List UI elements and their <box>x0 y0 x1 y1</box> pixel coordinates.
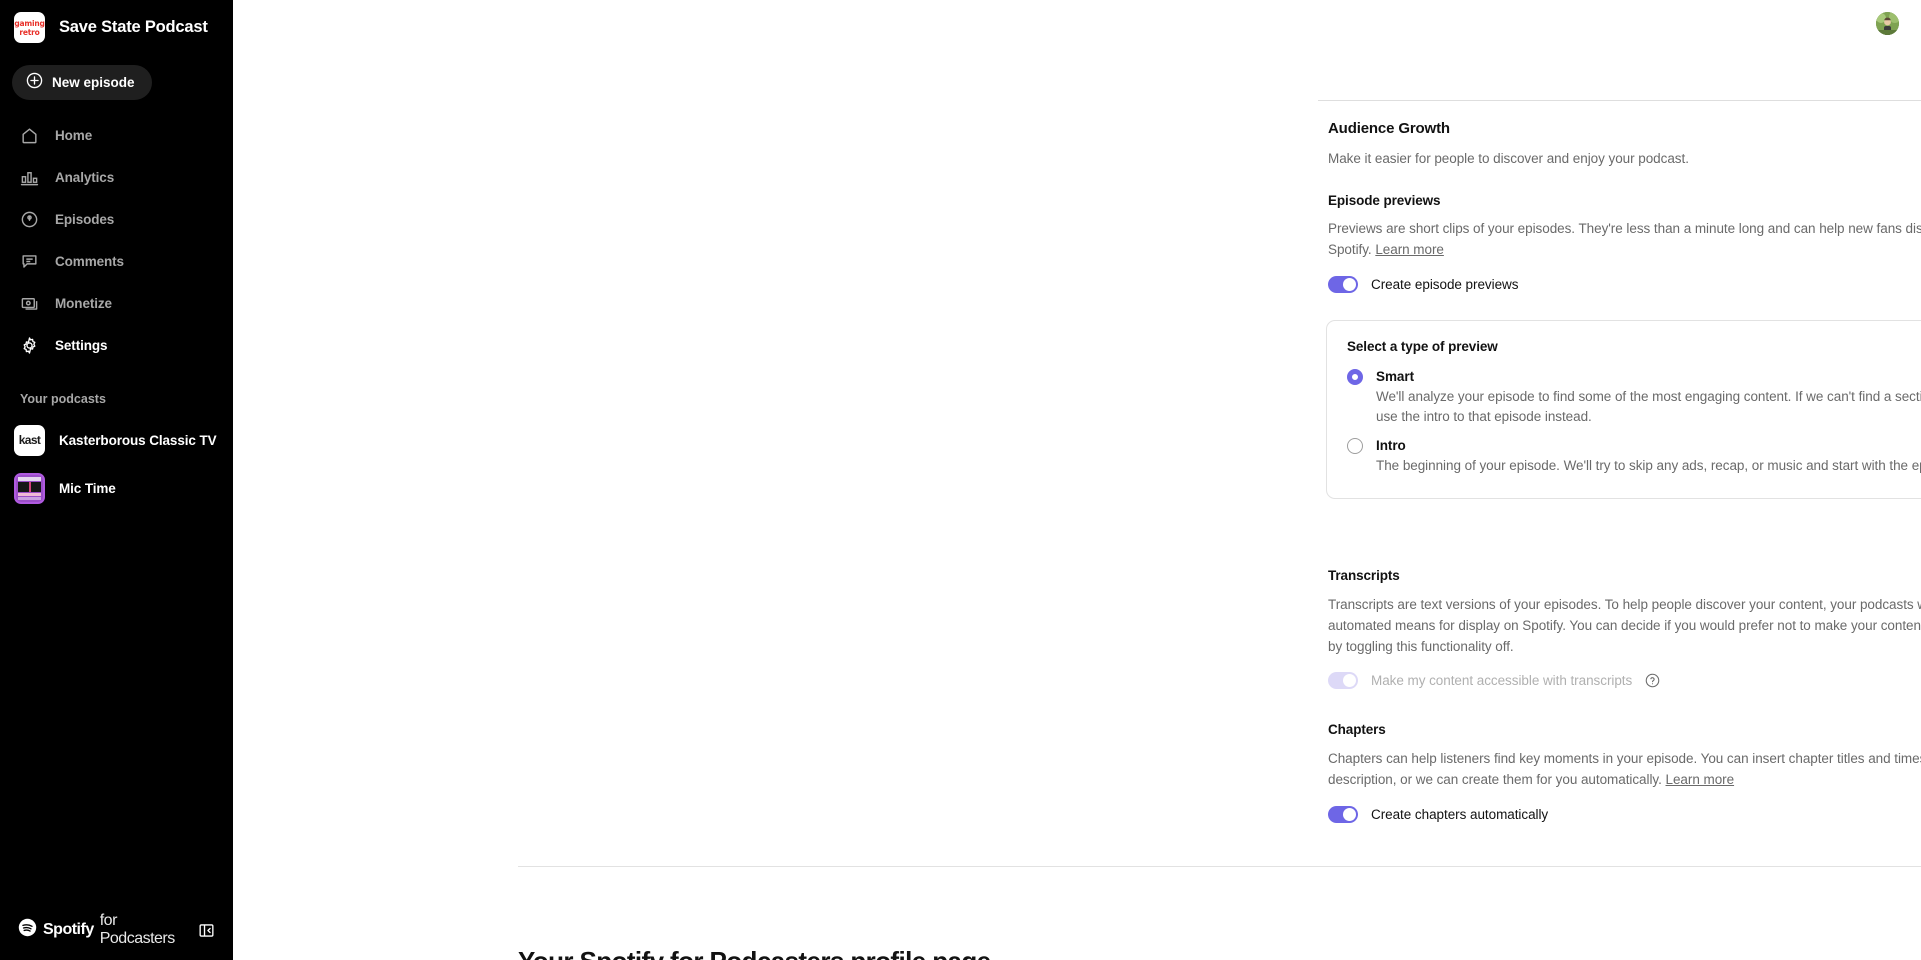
transcripts-description: Transcripts are text versions of your ep… <box>1328 597 1921 654</box>
sidebar-podcast-kasterborous[interactable]: kast Kasterborous Classic TV <box>0 416 233 464</box>
create-chapters-toggle[interactable] <box>1328 806 1358 823</box>
transcripts-accessible-toggle[interactable] <box>1328 672 1358 689</box>
logo-line-1: gaming <box>14 18 45 28</box>
new-episode-label: New episode <box>52 75 135 90</box>
preview-type-card: Select a type of preview Smart We'll ana… <box>1326 320 1921 499</box>
spotify-wordmark: Spotify <box>43 921 94 938</box>
gear-icon <box>20 336 39 355</box>
sidebar-podcast-label: Kasterborous Classic TV <box>59 432 217 448</box>
episode-previews-learn-more-link[interactable]: Learn more <box>1375 242 1444 257</box>
sidebar-item-label: Monetize <box>55 295 112 311</box>
chapters-description: Chapters can help listeners find key mom… <box>1328 751 1921 787</box>
preview-option-intro[interactable]: Intro The beginning of your episode. We'… <box>1347 436 1921 476</box>
sidebar-item-analytics[interactable]: Analytics <box>0 156 233 198</box>
sidebar-item-label: Settings <box>55 337 108 353</box>
bar-chart-icon <box>20 168 39 187</box>
divider-bottom <box>518 866 1921 867</box>
sidebar-item-label: Episodes <box>55 211 115 227</box>
sidebar-item-episodes[interactable]: Episodes <box>0 198 233 240</box>
page-title: Save State Podcast <box>59 18 208 36</box>
sidebar: gaming retro Save State Podcast New epis… <box>0 0 233 960</box>
help-circle-icon[interactable] <box>1645 673 1660 688</box>
sidebar-item-settings[interactable]: Settings <box>0 324 233 366</box>
audience-growth-description: Make it easier for people to discover an… <box>1328 151 1689 166</box>
chapters-section: Chapters Chapters can help listeners fin… <box>1328 722 1921 823</box>
money-icon <box>20 294 39 313</box>
preview-option-smart[interactable]: Smart We'll analyze your episode to find… <box>1347 367 1921 427</box>
spotify-glyph-icon <box>18 918 37 942</box>
chapters-toggle-row: Create chapters automatically <box>1328 806 1921 823</box>
audience-growth-section: Audience Growth Make it easier for peopl… <box>1328 120 1921 169</box>
profile-page-heading: Your Spotify for Podcasters profile page <box>518 946 991 960</box>
sidebar-nav: Home Analytics Episodes Comments Monetiz… <box>0 114 233 366</box>
radio-smart-description: We'll analyze your episode to find some … <box>1376 389 1921 424</box>
sidebar-item-label: Analytics <box>55 169 115 185</box>
transcripts-title: Transcripts <box>1328 568 1400 583</box>
chapters-title: Chapters <box>1328 722 1386 737</box>
create-episode-previews-row: Create episode previews <box>1328 276 1921 293</box>
sidebar-podcast-mic-time[interactable]: Mic Time <box>0 464 233 512</box>
sidebar-podcast-label: Mic Time <box>59 480 116 496</box>
transcripts-section: Transcripts Transcripts are text version… <box>1328 568 1921 689</box>
collapse-sidebar-icon[interactable] <box>196 919 217 941</box>
episode-previews-section: Episode previews Previews are short clip… <box>1328 193 1921 293</box>
episode-previews-title: Episode previews <box>1328 193 1441 208</box>
sidebar-footer: Spotify for Podcasters <box>0 912 233 948</box>
sidebar-item-label: Home <box>55 127 93 143</box>
main-content: Audience Growth Make it easier for peopl… <box>233 0 1921 960</box>
sidebar-item-home[interactable]: Home <box>0 114 233 156</box>
gaming-retro-logo-icon: gaming retro <box>14 12 45 43</box>
preview-type-card-title: Select a type of preview <box>1347 339 1498 354</box>
create-episode-previews-label: Create episode previews <box>1371 277 1519 292</box>
sidebar-item-comments[interactable]: Comments <box>0 240 233 282</box>
your-podcasts-heading: Your podcasts <box>20 392 106 406</box>
radio-smart[interactable] <box>1347 369 1363 385</box>
radio-smart-label: Smart <box>1376 369 1415 384</box>
microphone-circle-icon <box>20 210 39 229</box>
kast-thumb-text: kast <box>18 433 41 447</box>
app-root: gaming retro Save State Podcast New epis… <box>0 0 1921 960</box>
for-podcasters-wordmark: for Podcasters <box>99 912 176 947</box>
audience-growth-title: Audience Growth <box>1328 120 1450 137</box>
divider-top <box>1318 100 1921 101</box>
plus-circle-icon <box>26 72 43 94</box>
radio-intro-description: The beginning of your episode. We'll try… <box>1376 458 1921 473</box>
brand-header[interactable]: gaming retro Save State Podcast <box>0 0 233 43</box>
radio-intro-label: Intro <box>1376 438 1406 453</box>
create-episode-previews-toggle[interactable] <box>1328 276 1358 293</box>
sidebar-item-monetize[interactable]: Monetize <box>0 282 233 324</box>
spotify-for-podcasters-logo: Spotify for Podcasters <box>18 912 188 948</box>
mic-time-thumbnail-icon <box>14 472 45 504</box>
user-avatar[interactable] <box>1876 12 1899 35</box>
chapters-learn-more-link[interactable]: Learn more <box>1666 772 1735 787</box>
kast-thumbnail-icon: kast <box>14 424 45 456</box>
transcripts-toggle-row: Make my content accessible with transcri… <box>1328 672 1921 689</box>
transcripts-toggle-label: Make my content accessible with transcri… <box>1371 673 1633 688</box>
comment-icon <box>20 252 39 271</box>
home-icon <box>20 126 39 145</box>
create-chapters-label: Create chapters automatically <box>1371 807 1549 822</box>
new-episode-button[interactable]: New episode <box>12 65 152 100</box>
radio-intro[interactable] <box>1347 438 1363 454</box>
logo-line-2: retro <box>19 27 40 37</box>
sidebar-item-label: Comments <box>55 253 124 269</box>
